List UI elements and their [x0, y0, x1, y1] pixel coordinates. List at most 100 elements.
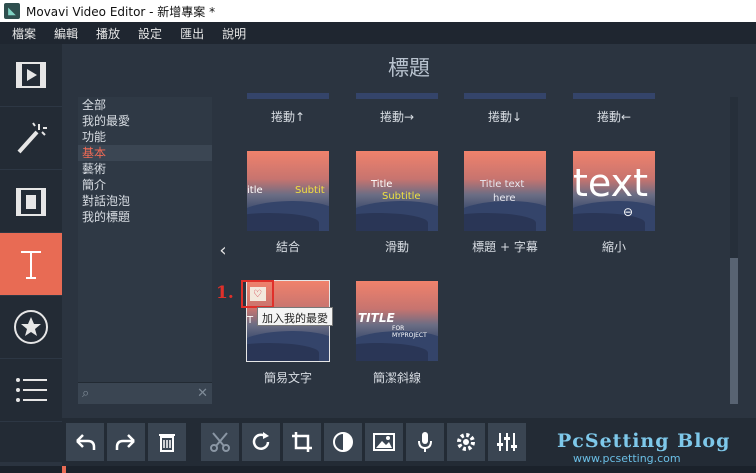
thumb-text: Subtitle	[382, 191, 421, 202]
zoom-icon: ⊖	[623, 205, 634, 219]
transitions-icon	[16, 188, 46, 216]
title-thumb-title-subtitle[interactable]: Title text here	[464, 151, 546, 231]
grid-scroll-thumb[interactable]	[730, 258, 738, 404]
category-item[interactable]: 對話泡泡	[78, 193, 212, 209]
redo-icon	[115, 434, 135, 450]
color-adjust-icon	[333, 432, 353, 452]
menu-playback[interactable]: 播放	[96, 25, 120, 42]
chevron-left-icon: ‹	[219, 240, 227, 261]
collapse-panel-button[interactable]: ‹	[215, 97, 231, 404]
menu-help[interactable]: 說明	[222, 25, 246, 42]
timeline-strip[interactable]	[0, 466, 756, 473]
title-thumb-slide[interactable]: Title Subtitle	[356, 151, 438, 231]
record-audio-button[interactable]	[406, 423, 444, 461]
window-title: Movavi Video Editor - 新增專案 *	[26, 4, 216, 19]
title-thumb-combine[interactable]: itle Subtit	[247, 151, 329, 231]
category-item-selected[interactable]: 基本	[78, 145, 212, 161]
settings-gear-icon	[457, 433, 475, 451]
category-item[interactable]: 我的最愛	[78, 113, 212, 129]
title-thumb-clean-slash[interactable]: TITLE FOR MYPROJECT	[356, 281, 438, 361]
title-label: 捲動←	[596, 110, 632, 124]
favorite-tooltip: 加入我的最愛	[257, 307, 333, 326]
category-item[interactable]: 全部	[78, 97, 212, 113]
category-item[interactable]: 簡介	[78, 177, 212, 193]
crop-icon	[292, 432, 312, 452]
category-item[interactable]: 我的標題	[78, 209, 212, 225]
panel-title: 標題	[388, 56, 430, 80]
menu-file[interactable]: 檔案	[12, 25, 36, 42]
filters-wand-icon	[17, 122, 47, 154]
playhead[interactable]	[62, 466, 66, 473]
title-label: 簡易文字	[263, 371, 312, 385]
search-icon: ⌕	[82, 386, 90, 401]
left-toolbar	[0, 44, 62, 462]
title-label: 結合	[275, 240, 300, 254]
thumb-text: here	[493, 193, 516, 204]
watermark-url: www.pcsetting.com	[573, 452, 681, 465]
delete-button[interactable]	[148, 423, 186, 461]
thumb-text: TITLE	[358, 311, 395, 325]
tool-more[interactable]	[0, 359, 62, 422]
redo-button[interactable]	[107, 423, 145, 461]
tool-import[interactable]	[0, 44, 62, 107]
title-label: 滑動	[384, 240, 409, 254]
thumb-text: T	[247, 315, 254, 326]
cut-icon	[210, 432, 230, 452]
microphone-icon	[418, 432, 432, 452]
tool-stickers[interactable]	[0, 296, 62, 359]
image-button[interactable]	[365, 423, 403, 461]
watermark-title: PcSetting Blog	[557, 430, 731, 452]
image-icon	[373, 433, 395, 451]
undo-button[interactable]	[66, 423, 104, 461]
thumb-text: itle	[247, 185, 263, 196]
title-thumb[interactable]	[247, 93, 329, 99]
category-search-input[interactable]: ⌕ ✕	[78, 382, 212, 404]
thumb-text: Title text	[480, 179, 525, 190]
titles-icon	[21, 251, 41, 279]
delete-icon	[159, 434, 175, 452]
category-item[interactable]: 功能	[78, 129, 212, 145]
menu-bar: 檔案 編輯 播放 設定 匯出 說明	[0, 22, 756, 44]
title-label: 捲動→	[379, 110, 415, 124]
undo-icon	[76, 434, 96, 450]
menu-edit[interactable]: 編輯	[54, 25, 78, 42]
title-label: 簡潔斜線	[372, 371, 421, 385]
title-thumb[interactable]	[356, 93, 438, 99]
thumb-text: FOR MYPROJECT	[392, 325, 427, 339]
more-menu-icon	[16, 378, 47, 402]
video-editor-window: ◣ Movavi Video Editor - 新增專案 * 檔案 編輯 播放 …	[0, 0, 756, 473]
menu-export[interactable]: 匯出	[180, 25, 204, 42]
tool-filters[interactable]	[0, 107, 62, 170]
tool-titles[interactable]	[0, 233, 62, 296]
watermark: PcSetting Blog www.pcsetting.com	[557, 430, 730, 465]
clear-search-icon[interactable]: ✕	[197, 386, 208, 401]
stickers-star-icon	[14, 310, 48, 344]
heart-icon: ♡	[253, 288, 262, 300]
thumb-text: Title	[371, 179, 393, 190]
category-list: 全部 我的最愛 功能 基本 藝術 簡介 對話泡泡 我的標題	[78, 97, 212, 404]
menu-settings[interactable]: 設定	[138, 25, 162, 42]
title-label: 捲動↑	[270, 110, 306, 124]
thumb-text: text	[573, 161, 648, 205]
title-thumb-shrink[interactable]: text ⊖	[573, 151, 655, 231]
equalizer-icon	[497, 433, 517, 451]
tool-transitions[interactable]	[0, 170, 62, 233]
step-annotation: 1.	[216, 283, 234, 303]
title-label: 標題 + 字幕	[472, 240, 538, 254]
thumb-text: Subtit	[295, 185, 325, 196]
rotate-button[interactable]	[242, 423, 280, 461]
title-label: 縮小	[601, 240, 626, 254]
add-favorite-button[interactable]: ♡	[241, 280, 274, 308]
category-item[interactable]: 藝術	[78, 161, 212, 177]
import-media-icon	[16, 62, 46, 88]
title-thumb[interactable]	[573, 93, 655, 99]
color-adjust-button[interactable]	[324, 423, 362, 461]
rotate-icon	[252, 432, 270, 450]
crop-button[interactable]	[283, 423, 321, 461]
settings-button[interactable]	[447, 423, 485, 461]
equalizer-button[interactable]	[488, 423, 526, 461]
title-label: 捲動↓	[487, 110, 523, 124]
cut-button[interactable]	[201, 423, 239, 461]
title-thumb[interactable]	[464, 93, 546, 99]
movavi-app-icon: ◣	[4, 3, 20, 19]
